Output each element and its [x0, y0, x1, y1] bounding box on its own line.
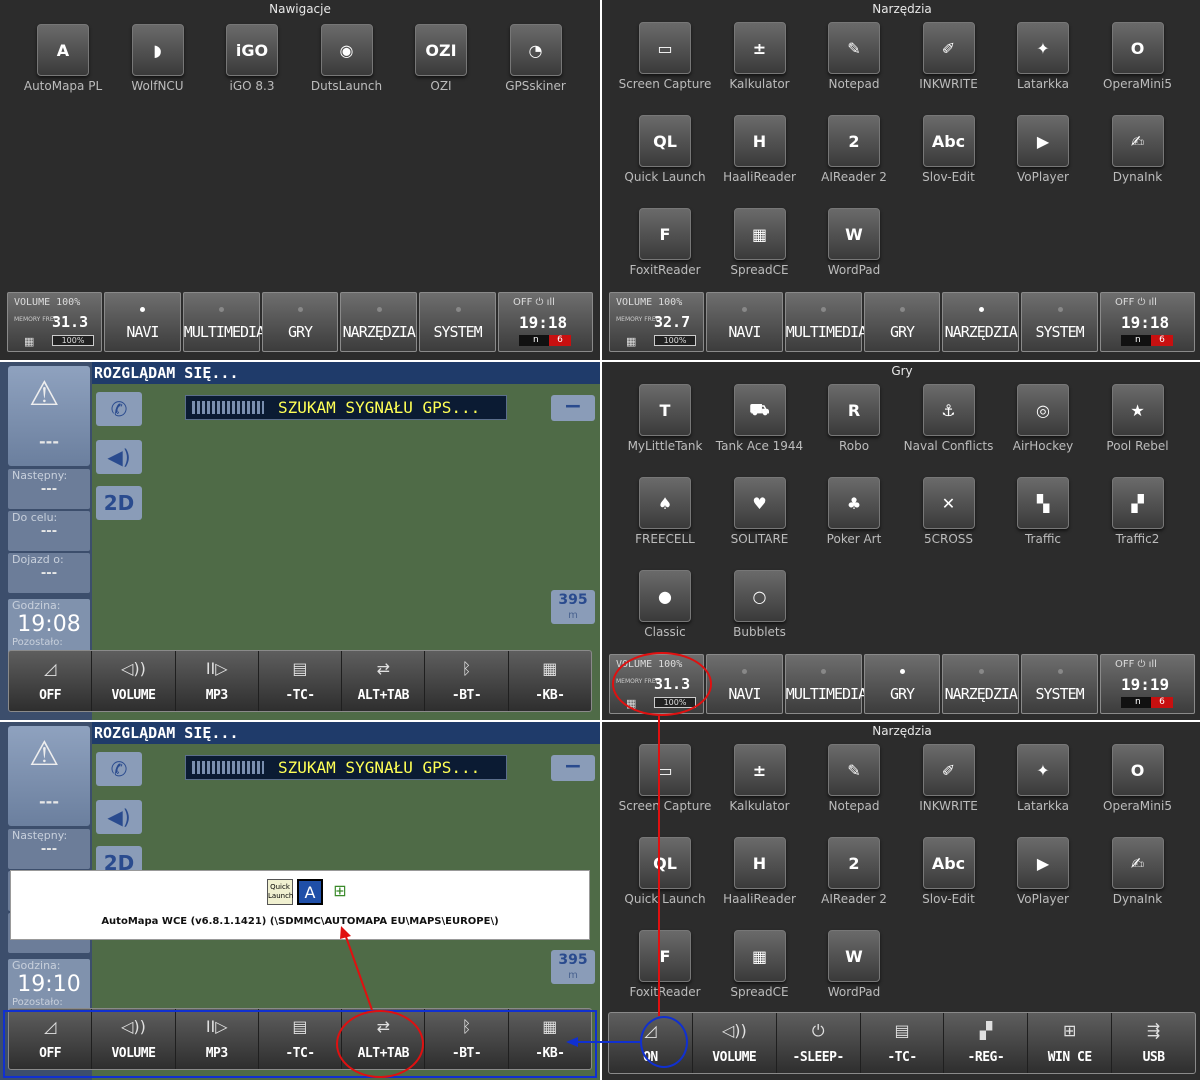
annotation-blue-ring-on	[640, 1016, 688, 1068]
annotation-red-arrow	[344, 933, 373, 1011]
annotation-overlay	[340, 716, 660, 1047]
annotation-red-ring-alttab	[336, 1010, 424, 1078]
annotation-red-arrowhead	[340, 926, 351, 939]
annotation-blue-rect	[3, 1010, 597, 1078]
